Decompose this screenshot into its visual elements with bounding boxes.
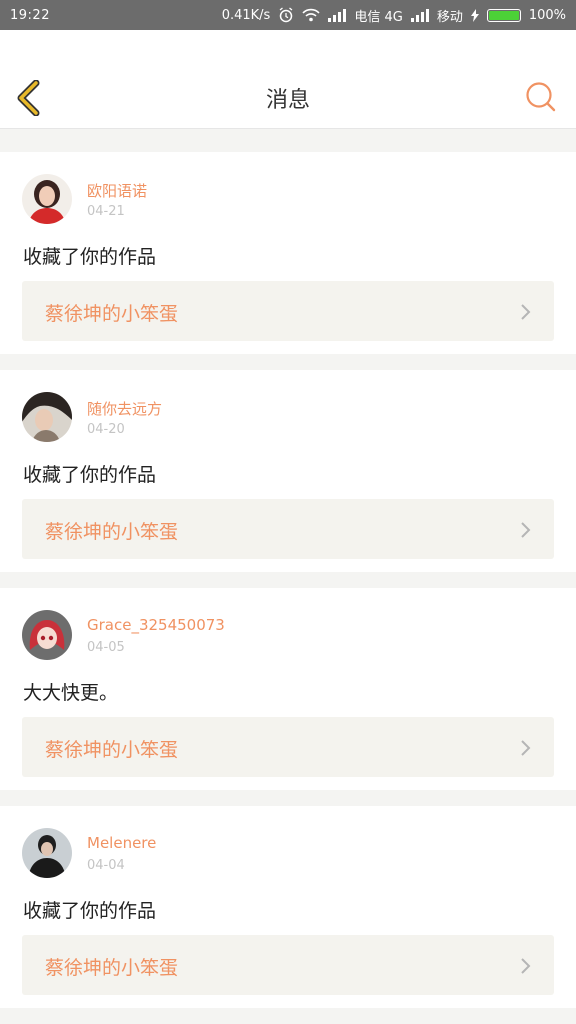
avatar[interactable] [22,828,72,878]
alarm-icon [278,7,294,23]
message-text: 收藏了你的作品 [23,900,157,922]
battery-level: 100% [528,7,566,23]
chevron-right-icon [521,304,531,320]
username[interactable]: 随你去远方 [87,398,162,419]
signal-icon [410,8,429,22]
message-card: Grace_325450073 04-05 大大快更。 蔡徐坤的小笨蛋 [0,588,576,790]
search-button[interactable] [524,80,558,114]
network-speed: 0.41K/s [221,7,271,23]
chevron-right-icon [521,522,531,538]
message-text: 大大快更。 [23,682,119,704]
signal-icon [328,8,347,22]
search-icon [526,82,556,112]
wifi-icon [302,8,320,22]
chevron-right-icon [521,958,531,974]
page-title: 消息 [265,88,310,113]
work-link[interactable]: 蔡徐坤的小笨蛋 [22,499,554,559]
header: 消息 [0,30,576,129]
message-card: 欧阳语诺 04-21 收藏了你的作品 蔡徐坤的小笨蛋 [0,152,576,354]
status-time: 19:22 [10,7,50,23]
battery-icon [486,8,521,22]
message-date: 04-20 [87,422,125,437]
avatar[interactable] [22,392,72,442]
message-card: 随你去远方 04-20 收藏了你的作品 蔡徐坤的小笨蛋 [0,370,576,572]
status-indicators: 0.41K/s 电信 4G 移动 100% [222,6,566,25]
message-text: 收藏了你的作品 [23,464,157,486]
avatar[interactable] [22,174,72,224]
work-link[interactable]: 蔡徐坤的小笨蛋 [22,935,554,995]
work-title: 蔡徐坤的小笨蛋 [45,303,179,325]
username[interactable]: Melenere [87,834,156,852]
carrier-2: 移动 [436,9,463,25]
message-card: Melenere 04-04 收藏了你的作品 蔡徐坤的小笨蛋 [0,806,576,1008]
username[interactable]: 欧阳语诺 [87,180,147,201]
charging-icon [470,8,479,22]
status-bar: 19:22 0.41K/s 电信 4G 移动 100% [0,0,576,30]
work-title: 蔡徐坤的小笨蛋 [45,957,179,979]
message-text: 收藏了你的作品 [23,246,157,268]
avatar[interactable] [22,610,72,660]
message-date: 04-21 [87,204,125,219]
message-date: 04-04 [87,858,125,873]
chevron-right-icon [521,740,531,756]
work-title: 蔡徐坤的小笨蛋 [45,521,179,543]
work-title: 蔡徐坤的小笨蛋 [45,739,179,761]
username[interactable]: Grace_325450073 [87,616,225,634]
work-link[interactable]: 蔡徐坤的小笨蛋 [22,717,554,777]
carrier-1: 电信 4G [354,9,403,25]
message-list: 欧阳语诺 04-21 收藏了你的作品 蔡徐坤的小笨蛋 随你去远方 04-20 收… [0,152,576,1024]
message-date: 04-05 [87,640,125,655]
work-link[interactable]: 蔡徐坤的小笨蛋 [22,281,554,341]
